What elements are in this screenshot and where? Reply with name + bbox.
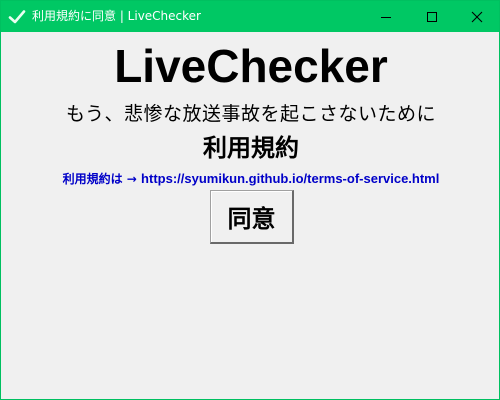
minimize-icon (380, 16, 391, 18)
terms-link-line: 利用規約は → https://syumikun.github.io/terms… (1, 171, 500, 187)
terms-link[interactable]: https://syumikun.github.io/terms-of-serv… (141, 171, 439, 186)
app-window: 利用規約に同意 | LiveChecker LiveChecker もう、悲惨な… (0, 0, 500, 400)
tagline: もう、悲惨な放送事故を起こさないために (66, 103, 436, 125)
maximize-button[interactable] (409, 1, 454, 32)
minimize-button[interactable] (363, 1, 408, 32)
title-bar[interactable]: 利用規約に同意 | LiveChecker (1, 1, 499, 32)
close-button[interactable] (454, 1, 499, 32)
close-icon (471, 11, 482, 22)
maximize-icon (426, 11, 437, 22)
terms-prefix: 利用規約は → (62, 172, 142, 186)
checkmark-icon (8, 10, 26, 24)
terms-heading: 利用規約 (203, 134, 299, 162)
window-title: 利用規約に同意 | LiveChecker (32, 9, 201, 23)
app-title: LiveChecker (114, 40, 388, 92)
agree-button[interactable]: 同意 (210, 190, 294, 244)
content-area: LiveChecker もう、悲惨な放送事故を起こさないために 利用規約 利用規… (1, 32, 499, 399)
